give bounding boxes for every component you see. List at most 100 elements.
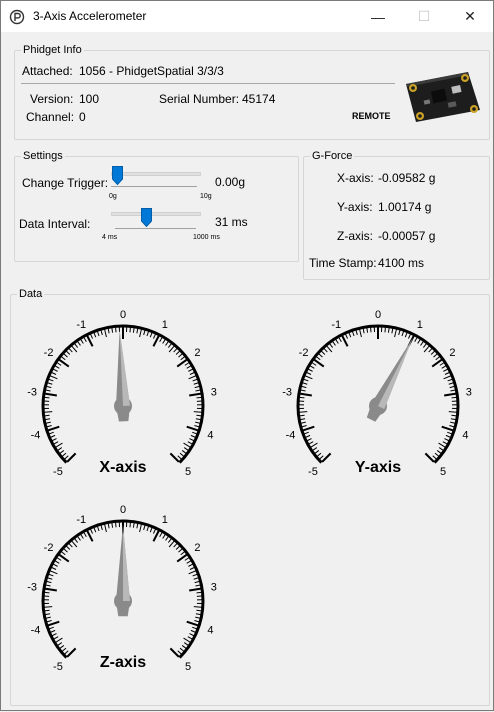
yaxis-minor-tick <box>302 383 307 384</box>
xaxis-scale-label: -4 <box>31 429 41 441</box>
yaxis-scale-label: 0 <box>375 309 381 321</box>
yaxis-scale-label: 5 <box>440 466 446 478</box>
yaxis-minor-tick <box>388 328 389 333</box>
yaxis-minor-tick <box>301 390 306 391</box>
yaxis-minor-tick <box>444 439 448 441</box>
zaxis-minor-tick <box>194 578 199 579</box>
xaxis-scale-label: 1 <box>162 319 168 331</box>
xaxis-minor-tick <box>188 369 192 371</box>
yaxis-minor-tick <box>405 333 407 338</box>
yaxis-minor-tick <box>300 419 305 420</box>
xaxis-scale-label: 4 <box>207 429 213 441</box>
xaxis-minor-tick <box>69 348 72 352</box>
yaxis-minor-tick <box>327 346 332 352</box>
yaxis-minor-tick <box>349 333 351 338</box>
xaxis-minor-tick <box>57 363 61 366</box>
zaxis-minor-tick <box>184 638 191 642</box>
zaxis-minor-tick <box>140 524 142 532</box>
zaxis-major-tick <box>187 622 198 626</box>
yaxis-scale-label: -4 <box>286 429 296 441</box>
xaxis-minor-tick <box>52 372 57 374</box>
xaxis-major-tick <box>67 453 75 461</box>
zaxis-minor-tick <box>44 607 52 608</box>
xaxis-minor-tick <box>58 448 62 451</box>
xaxis-minor-tick <box>45 419 50 420</box>
yaxis-minor-tick <box>415 337 417 341</box>
xaxis-minor-tick <box>49 432 54 434</box>
xaxis-minor-tick <box>166 341 169 345</box>
xaxis-minor-tick <box>168 344 171 348</box>
xaxis-minor-tick <box>187 366 191 369</box>
yaxis-minor-tick <box>312 363 316 366</box>
yaxis-minor-tick <box>392 328 393 333</box>
xaxis-minor-tick <box>45 415 50 416</box>
yaxis-minor-tick <box>418 339 421 343</box>
zaxis-minor-tick <box>44 592 49 593</box>
zaxis-minor-tick <box>168 539 171 543</box>
xaxis-minor-tick <box>180 453 184 456</box>
xaxis-minor-tick <box>160 337 162 341</box>
yaxis-minor-tick <box>434 354 438 357</box>
yaxis-minor-tick <box>311 443 318 447</box>
zaxis-minor-tick <box>188 637 192 639</box>
yaxis-minor-tick <box>395 329 397 337</box>
yaxis-minor-tick <box>443 369 447 371</box>
yaxis-minor-tick <box>319 354 323 357</box>
xaxis-major-tick <box>187 427 198 431</box>
yaxis-minor-tick <box>442 366 446 369</box>
zaxis-minor-tick <box>58 643 62 646</box>
xaxis-minor-tick <box>81 339 84 343</box>
yaxis-minor-tick <box>330 344 333 348</box>
yaxis-minor-tick <box>402 331 404 336</box>
xaxis-minor-tick <box>189 376 196 379</box>
yaxis-minor-tick <box>399 330 400 335</box>
yaxis-minor-tick <box>433 456 437 459</box>
xaxis-minor-tick <box>50 376 57 379</box>
zaxis-scale-label: -5 <box>53 661 63 673</box>
xaxis-minor-tick <box>194 383 199 384</box>
xaxis-minor-tick <box>185 363 189 366</box>
yaxis-major-tick <box>303 427 314 431</box>
zaxis-minor-tick <box>181 552 185 555</box>
xaxis-minor-tick <box>44 397 49 398</box>
yaxis-minor-tick <box>333 341 336 345</box>
zaxis-minor-tick <box>47 578 52 579</box>
xaxis-minor-tick <box>54 442 58 444</box>
zaxis-minor-tick <box>57 558 61 561</box>
yaxis-minor-tick <box>421 341 424 345</box>
zaxis-minor-tick <box>195 585 200 586</box>
zaxis-minor-tick <box>47 621 52 622</box>
yaxis-minor-tick <box>324 348 327 352</box>
zaxis-minor-tick <box>108 523 109 528</box>
zaxis-needle-highlight <box>123 525 130 601</box>
zaxis-minor-tick <box>60 645 64 648</box>
yaxis-minor-tick <box>444 376 451 379</box>
xaxis-scale-label: 0 <box>120 309 126 321</box>
zaxis-minor-tick <box>101 525 102 530</box>
yaxis-scale-label: 4 <box>462 429 468 441</box>
yaxis-minor-tick <box>304 379 309 381</box>
zaxis-minor-tick <box>169 541 174 547</box>
zaxis-minor-tick <box>182 645 186 648</box>
zaxis-minor-tick <box>72 541 77 547</box>
yaxis-minor-tick <box>443 442 447 444</box>
zaxis-minor-tick <box>65 651 69 654</box>
zaxis-minor-tick <box>196 610 201 611</box>
yaxis-minor-tick <box>320 456 324 459</box>
zaxis-minor-tick <box>84 532 86 536</box>
zaxis-minor-tick <box>176 546 180 549</box>
xaxis-minor-tick <box>178 456 182 459</box>
zaxis-scale-label: 5 <box>185 661 191 673</box>
zaxis-minor-tick <box>64 549 68 552</box>
zaxis-scale-label: -3 <box>27 582 37 594</box>
yaxis-minor-tick <box>439 443 446 447</box>
xaxis-minor-tick <box>50 435 55 437</box>
zaxis-minor-tick <box>196 614 201 615</box>
xaxis-major-tick <box>189 394 201 396</box>
yaxis-minor-tick <box>451 415 456 416</box>
yaxis-minor-tick <box>449 412 457 413</box>
xaxis-minor-tick <box>94 333 96 338</box>
zaxis-minor-tick <box>49 574 54 576</box>
xaxis-minor-tick <box>90 334 92 339</box>
yaxis-minor-tick <box>449 426 454 427</box>
